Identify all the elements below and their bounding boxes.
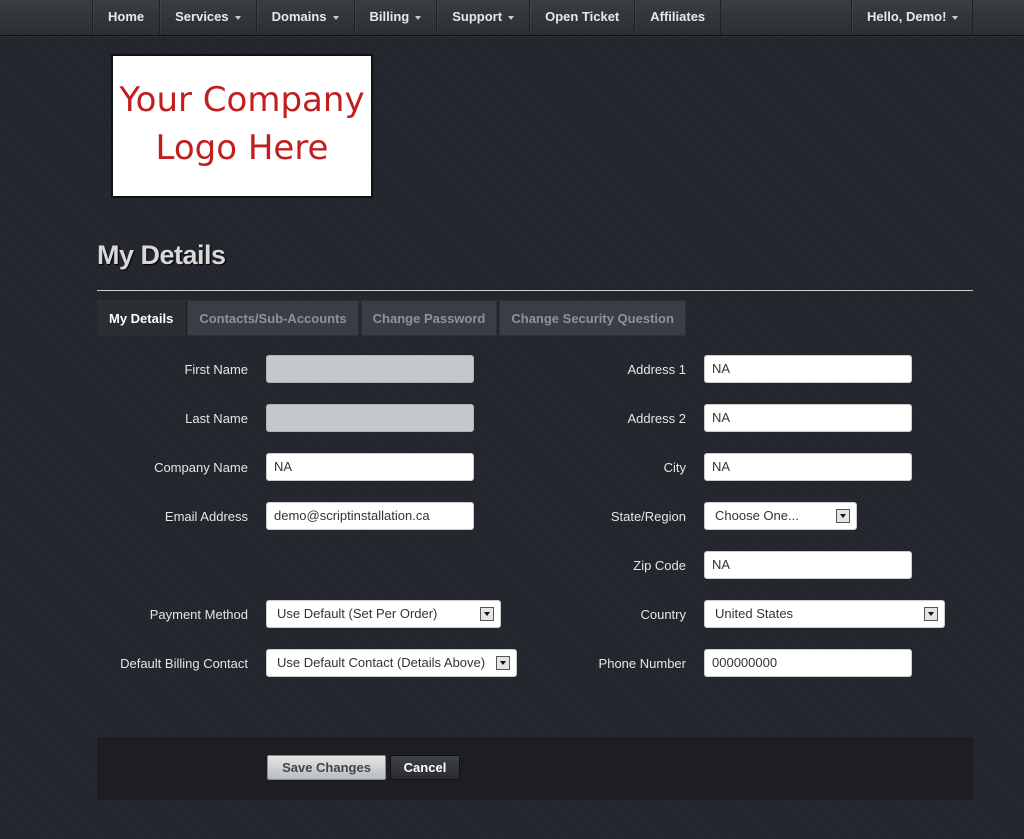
dropdown-arrow-icon[interactable] [480, 607, 494, 621]
state-select[interactable]: Choose One... [704, 502, 857, 530]
address1-label: Address 1 [627, 362, 686, 377]
user-menu-label: Hello, Demo! [867, 9, 947, 24]
country-select[interactable]: United States [704, 600, 945, 628]
billing-contact-label: Default Billing Contact [120, 656, 248, 671]
user-nav: Hello, Demo! [851, 0, 974, 35]
caret-down-icon [952, 15, 959, 20]
dropdown-arrow-icon[interactable] [496, 656, 510, 670]
company-name-label: Company Name [154, 460, 248, 475]
nav-domains-label: Domains [271, 9, 327, 24]
nav-billing[interactable]: Billing [353, 0, 437, 35]
tab-my-details[interactable]: My Details [97, 300, 186, 336]
caret-down-icon [415, 15, 422, 20]
nav-services-label: Services [175, 9, 229, 24]
tab-change-security-question[interactable]: Change Security Question [499, 300, 686, 336]
first-name-field[interactable] [266, 355, 474, 383]
email-label: Email Address [164, 509, 248, 524]
phone-field[interactable]: 000000000 [704, 649, 912, 677]
nav-services[interactable]: Services [159, 0, 256, 35]
country-label: Country [640, 607, 686, 622]
zip-field[interactable]: NA [704, 551, 912, 579]
city-field[interactable]: NA [704, 453, 912, 481]
nav-support-label: Support [452, 9, 503, 24]
state-label: State/Region [610, 509, 686, 524]
nav-open-ticket-label: Open Ticket [545, 9, 620, 24]
caret-down-icon [332, 15, 339, 20]
nav-affiliates-label: Affiliates [650, 9, 706, 24]
dropdown-arrow-icon[interactable] [836, 509, 850, 523]
payment-method-value: Use Default (Set Per Order) [277, 606, 438, 621]
user-menu[interactable]: Hello, Demo! [851, 0, 974, 35]
caret-down-icon [234, 15, 241, 20]
nav-open-ticket[interactable]: Open Ticket [529, 0, 634, 35]
country-value: United States [715, 606, 794, 621]
billing-contact-value: Use Default Contact (Details Above) [277, 655, 486, 670]
form-actions-bar [97, 737, 973, 800]
payment-method-select[interactable]: Use Default (Set Per Order) [266, 600, 501, 628]
logo-line-1: Your Company [119, 80, 365, 120]
company-logo[interactable]: Your Company Logo Here [111, 54, 373, 198]
billing-contact-select[interactable]: Use Default Contact (Details Above) [266, 649, 517, 677]
address2-label: Address 2 [627, 411, 686, 426]
address1-field[interactable]: NA [704, 355, 912, 383]
last-name-field[interactable] [266, 404, 474, 432]
nav-home-label: Home [108, 9, 145, 24]
nav-billing-label: Billing [369, 9, 410, 24]
tab-change-password[interactable]: Change Password [360, 300, 498, 336]
cancel-button[interactable]: Cancel [390, 755, 460, 780]
address2-field[interactable]: NA [704, 404, 912, 432]
title-divider [97, 290, 973, 291]
nav-support[interactable]: Support [436, 0, 529, 35]
city-label: City [663, 460, 686, 475]
main-nav: Home Services Domains Billing Support Op… [92, 0, 722, 35]
top-navbar: Home Services Domains Billing Support Op… [0, 0, 1024, 36]
save-changes-button[interactable]: Save Changes [267, 755, 386, 780]
email-field[interactable]: demo@scriptinstallation.ca [266, 502, 474, 530]
nav-domains[interactable]: Domains [255, 0, 354, 35]
tab-contacts[interactable]: Contacts/Sub-Accounts [187, 300, 359, 336]
tab-bar: My Details Contacts/Sub-Accounts Change … [97, 300, 688, 336]
page-title: My Details [97, 240, 226, 270]
dropdown-arrow-icon[interactable] [924, 607, 938, 621]
caret-down-icon [508, 15, 515, 20]
logo-line-2: Logo Here [155, 128, 329, 168]
zip-label: Zip Code [633, 558, 686, 573]
payment-method-label: Payment Method [149, 607, 248, 622]
nav-affiliates[interactable]: Affiliates [634, 0, 722, 35]
nav-home[interactable]: Home [92, 0, 159, 35]
last-name-label: Last Name [185, 411, 248, 426]
state-value: Choose One... [715, 508, 799, 523]
company-name-field[interactable]: NA [266, 453, 474, 481]
first-name-label: First Name [184, 362, 248, 377]
phone-label: Phone Number [598, 656, 686, 671]
